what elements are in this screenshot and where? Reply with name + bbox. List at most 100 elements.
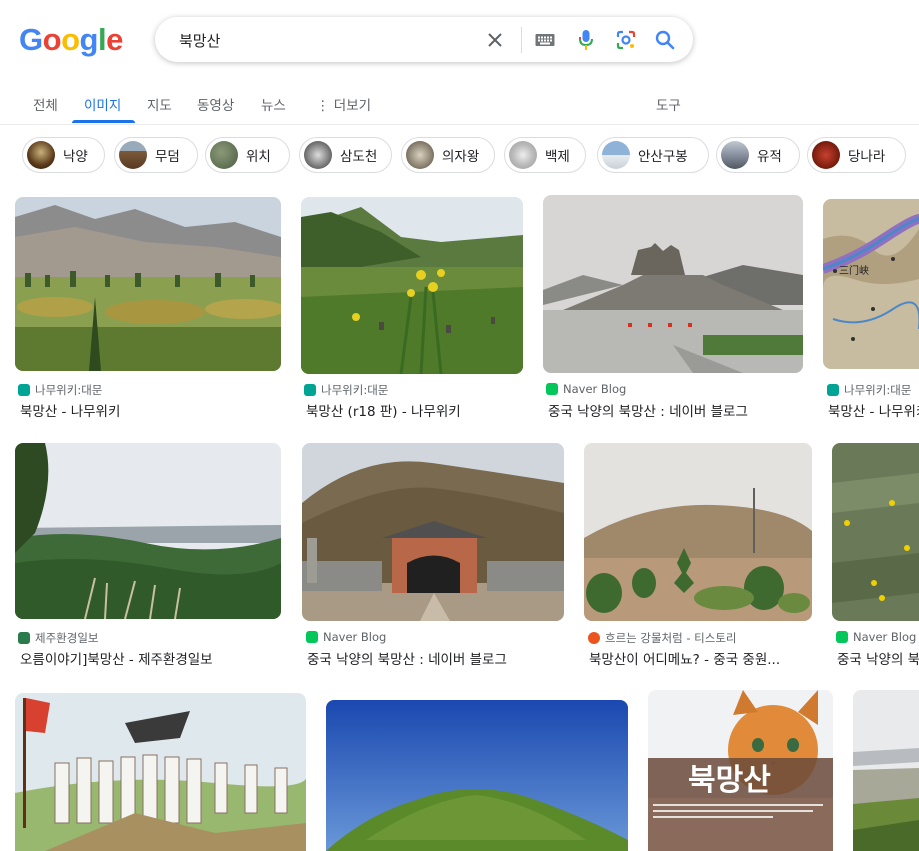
chip-thumbnail: [210, 141, 238, 169]
result-source: Naver Blog: [546, 382, 626, 396]
logo-letter: g: [79, 22, 99, 57]
namuwiki-favicon: [18, 384, 30, 396]
chip-thumbnail: [304, 141, 332, 169]
result-source: 나무위키:대문: [827, 382, 911, 398]
result-title[interactable]: 북망산이 어디메뇨? - 중국 중원...: [589, 648, 809, 668]
chip[interactable]: 유적: [716, 137, 800, 173]
result-title[interactable]: 북망산 (r18 판) - 나무위키: [306, 400, 524, 420]
result-title[interactable]: 중국 낙양의 북망산 : 네이버 블로그: [548, 400, 804, 420]
result-thumbnail[interactable]: [584, 443, 812, 621]
chip[interactable]: 무덤: [114, 137, 198, 173]
tab-news[interactable]: 뉴스: [261, 94, 286, 114]
naver-blog-favicon: [836, 631, 848, 643]
result-source: 나무위키:대문: [304, 382, 388, 398]
result-title[interactable]: 오름이야기]북망산 - 제주환경일보: [20, 648, 282, 668]
logo-letter: l: [97, 22, 107, 57]
result-thumbnail[interactable]: [15, 197, 281, 371]
chip-label: 삼도천: [340, 149, 378, 165]
chip-label: 안산구봉: [638, 149, 688, 165]
tab-videos[interactable]: 동영상: [197, 94, 234, 114]
chip-label: 무덤: [155, 149, 180, 165]
chip-label: 당나라: [848, 149, 886, 165]
result-title[interactable]: 중국 낙양의 북: [837, 648, 919, 668]
thumbnail-title-text: 북망산: [688, 763, 771, 798]
chip[interactable]: 삼도천: [299, 137, 392, 173]
result-source-text: Naver Blog: [323, 630, 387, 644]
more-vert-icon: ⋮: [316, 98, 330, 114]
naver-blog-favicon: [546, 383, 558, 395]
result-thumbnail[interactable]: [853, 690, 919, 851]
chip-thumbnail: [509, 141, 537, 169]
chip-thumbnail: [406, 141, 434, 169]
map-label: 三门峡: [839, 264, 869, 277]
chip[interactable]: 당나라: [807, 137, 906, 173]
keyboard-icon[interactable]: [533, 28, 557, 52]
result-thumbnail[interactable]: [15, 693, 306, 851]
chip-label: 의자왕: [442, 149, 480, 165]
result-title[interactable]: 북망산 - 나무위키: [828, 400, 919, 420]
result-thumbnail[interactable]: [326, 700, 628, 851]
result-source-text: 나무위키:대문: [35, 383, 103, 397]
result-thumbnail[interactable]: [301, 197, 523, 374]
chip[interactable]: 의자왕: [401, 137, 495, 173]
result-source: 제주환경일보: [18, 630, 98, 646]
namuwiki-favicon: [304, 384, 316, 396]
tools-button[interactable]: 도구: [656, 94, 681, 114]
result-source-text: 나무위키:대문: [321, 383, 389, 397]
tab-maps[interactable]: 지도: [147, 94, 172, 114]
logo-letter: o: [61, 22, 80, 57]
result-source: 흐르는 강물처럼 - 티스토리: [588, 630, 737, 646]
google-logo[interactable]: Google: [19, 22, 123, 58]
result-source: Naver Blog: [306, 630, 386, 644]
search-icon[interactable]: [653, 28, 677, 52]
chip[interactable]: 안산구봉: [597, 137, 709, 173]
result-title[interactable]: 중국 낙양의 북망산 : 네이버 블로그: [307, 648, 565, 668]
chip-thumbnail: [721, 141, 749, 169]
result-source-text: 흐르는 강물처럼 - 티스토리: [605, 631, 737, 645]
chip[interactable]: 낙양: [22, 137, 105, 173]
search-divider: [521, 27, 522, 53]
result-source-text: 제주환경일보: [35, 631, 99, 645]
result-thumbnail[interactable]: 북망산: [648, 690, 833, 851]
tistory-favicon: [588, 632, 600, 644]
logo-letter: e: [106, 22, 123, 57]
result-source-text: Naver Blog: [563, 382, 627, 396]
chip-label: 위치: [246, 149, 271, 165]
chip[interactable]: 위치: [205, 137, 290, 173]
related-chips: 낙양 무덤 위치 삼도천 의자왕 백제 안산구봉 유적 당나라: [22, 137, 919, 175]
chip[interactable]: 백제: [504, 137, 586, 173]
result-source: 나무위키:대문: [18, 382, 102, 398]
search-input[interactable]: [177, 28, 481, 52]
chip-thumbnail: [119, 141, 147, 169]
chip-label: 백제: [545, 149, 570, 165]
chip-thumbnail: [27, 141, 55, 169]
search-box: [155, 17, 693, 62]
result-thumbnail[interactable]: 三门峡: [823, 199, 919, 369]
tab-all[interactable]: 전체: [33, 94, 58, 114]
active-tab-indicator: [72, 120, 135, 123]
mic-icon[interactable]: [574, 28, 598, 52]
result-thumbnail[interactable]: [302, 443, 564, 621]
chip-thumbnail: [812, 141, 840, 169]
result-source-text: 나무위키:대문: [844, 383, 912, 397]
tab-more-label: 더보기: [333, 98, 372, 114]
chip-label: 유적: [757, 149, 782, 165]
naver-blog-favicon: [306, 631, 318, 643]
jeju-favicon: [18, 632, 30, 644]
search-tabs: 전체 이미지 지도 동영상 뉴스 ⋮ 더보기 도구: [0, 88, 919, 125]
chip-thumbnail: [602, 141, 630, 169]
result-thumbnail[interactable]: [832, 443, 919, 621]
logo-letter: G: [19, 22, 43, 57]
chip-label: 낙양: [63, 149, 88, 165]
camera-lens-icon[interactable]: [614, 28, 638, 52]
logo-letter: o: [42, 22, 62, 57]
tab-more[interactable]: ⋮ 더보기: [316, 94, 371, 114]
result-thumbnail[interactable]: [543, 195, 803, 373]
result-source-text: Naver Blog: [853, 630, 917, 644]
result-title[interactable]: 북망산 - 나무위키: [20, 400, 282, 420]
close-icon[interactable]: [483, 28, 507, 52]
result-thumbnail[interactable]: [15, 443, 281, 619]
tab-images[interactable]: 이미지: [84, 94, 121, 114]
namuwiki-favicon: [827, 384, 839, 396]
result-source: Naver Blog: [836, 630, 916, 644]
